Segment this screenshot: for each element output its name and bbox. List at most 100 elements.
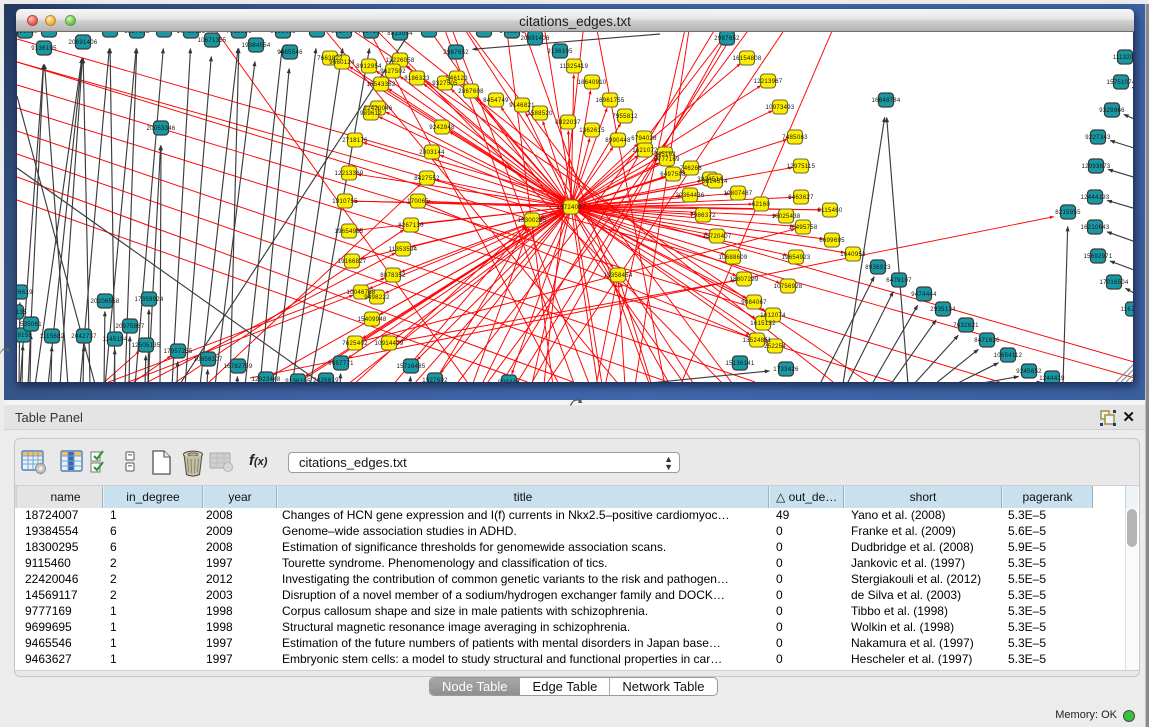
svg-text:1113206: 1113206 [1113,55,1134,61]
svg-text:10807487: 10807487 [723,191,752,197]
svg-text:18640910: 18640910 [577,80,606,86]
svg-text:16543362: 16543362 [366,82,395,88]
svg-text:17957255: 17957255 [163,349,192,355]
svg-text:9245652: 9245652 [1016,369,1042,375]
svg-text:20053346: 20053346 [146,126,175,132]
svg-text:12444193: 12444193 [1080,195,1109,201]
svg-text:15720407: 15720407 [702,234,731,240]
svg-text:10654112: 10654112 [994,353,1023,359]
svg-text:9242848: 9242848 [429,125,455,131]
svg-text:3824514: 3824514 [702,179,728,185]
svg-text:15136141: 15136141 [725,361,754,367]
svg-text:19384554: 19384554 [241,43,270,49]
svg-text:20691406: 20691406 [68,40,97,46]
svg-text:749135: 749135 [17,310,27,316]
svg-text:12093873: 12093873 [1081,164,1110,170]
svg-text:7632621: 7632621 [953,323,979,329]
svg-text:12923448: 12923448 [251,377,280,382]
svg-text:15716485: 15716485 [396,364,425,370]
svg-text:20364436: 20364436 [675,193,704,199]
svg-text:12213967: 12213967 [753,79,782,85]
svg-text:13226058: 13226058 [385,58,414,64]
svg-text:16782759: 16782759 [223,364,252,370]
svg-text:8813054: 8813054 [387,32,413,37]
svg-text:2987652: 2987652 [443,50,469,56]
svg-text:9115460: 9115460 [817,208,842,214]
svg-text:12213369: 12213369 [334,171,363,177]
svg-text:16495758: 16495758 [788,225,817,231]
svg-text:7485063: 7485063 [782,135,808,141]
svg-text:10653267: 10653267 [95,32,124,34]
svg-text:8322037: 8322037 [555,120,581,126]
svg-text:9329966: 9329966 [1099,108,1125,114]
svg-text:1733426: 1733426 [773,367,799,373]
svg-text:10671355: 10671355 [197,38,226,44]
svg-text:8186323: 8186323 [404,76,430,82]
svg-text:923448: 923448 [498,380,520,382]
svg-text:1615132: 1615132 [750,321,776,327]
svg-text:8912954: 8912954 [356,64,382,70]
svg-text:1145194: 1145194 [102,337,127,343]
svg-text:8878352: 8878352 [380,273,406,279]
svg-text:2935134: 2935134 [930,307,956,313]
svg-text:7625402: 7625402 [342,341,368,347]
svg-text:252254: 252254 [764,344,786,350]
svg-text:1115682: 1115682 [40,334,65,340]
svg-text:18724007: 18724007 [556,205,585,211]
svg-text:11325419: 11325419 [560,64,589,70]
svg-text:10756928: 10756928 [773,284,802,290]
svg-text:1640952: 1640952 [840,252,866,258]
svg-text:16154808: 16154808 [732,56,761,62]
svg-text:19358454: 19358454 [603,273,632,279]
svg-text:8471636: 8471636 [974,338,1000,344]
svg-text:1362615: 1362615 [579,128,605,134]
svg-text:9136105: 9136105 [31,46,57,52]
svg-text:6479197: 6479197 [886,278,912,284]
svg-text:2042737: 2042737 [71,334,97,340]
svg-text:11353594: 11353594 [389,247,418,253]
svg-text:1167533: 1167533 [1120,307,1134,313]
svg-text:9227343: 9227343 [1085,135,1111,141]
svg-text:2626619: 2626619 [17,290,33,296]
svg-text:62160: 62160 [752,202,771,208]
svg-text:10973493: 10973493 [765,105,794,111]
svg-text:6794028: 6794028 [631,136,657,142]
svg-text:2626619: 2626619 [313,378,339,382]
svg-text:39159: 39159 [17,333,32,339]
svg-text:20975867: 20975867 [115,324,144,330]
svg-text:12975115: 12975115 [787,164,816,170]
svg-text:1612074: 1612074 [760,313,786,319]
svg-text:9777169: 9777169 [654,157,680,163]
svg-text:8938923: 8938923 [865,265,891,271]
svg-text:2626619: 2626619 [17,32,38,35]
svg-text:9465546: 9465546 [277,50,303,56]
svg-text:10719155: 10719155 [176,32,205,35]
svg-text:6497508: 6497508 [660,172,686,178]
svg-text:9627502: 9627502 [380,69,406,75]
svg-text:1527602: 1527602 [422,378,448,382]
svg-text:1810755: 1810755 [332,199,358,205]
svg-text:535061: 535061 [20,322,42,328]
svg-text:16961755: 16961755 [595,98,624,104]
svg-text:10914479: 10914479 [374,341,403,347]
svg-text:1244419: 1244419 [1039,376,1065,382]
svg-text:9084067: 9084067 [741,300,767,306]
svg-text:1588520: 1588520 [527,111,553,117]
svg-text:7515526: 7515526 [226,32,252,35]
svg-text:15751074: 15751074 [1106,80,1134,86]
svg-text:15409948: 15409948 [357,317,386,323]
svg-text:19654923: 19654923 [781,255,810,261]
svg-text:12505135: 12505135 [131,343,160,349]
svg-text:9498222: 9498222 [364,295,390,301]
svg-text:7955812: 7955812 [612,114,638,120]
svg-text:2803144: 2803144 [419,150,445,156]
svg-text:18300295: 18300295 [517,218,546,224]
svg-text:9660124: 9660124 [329,60,355,66]
svg-text:19218506: 19218506 [414,32,443,34]
svg-text:1405571: 1405571 [36,32,62,34]
svg-text:7986372: 7986372 [690,213,716,219]
svg-text:9657771: 9657771 [328,361,354,367]
svg-text:8990448: 8990448 [605,138,631,144]
svg-text:170065: 170065 [407,199,429,205]
svg-text:2987652: 2987652 [714,36,740,42]
